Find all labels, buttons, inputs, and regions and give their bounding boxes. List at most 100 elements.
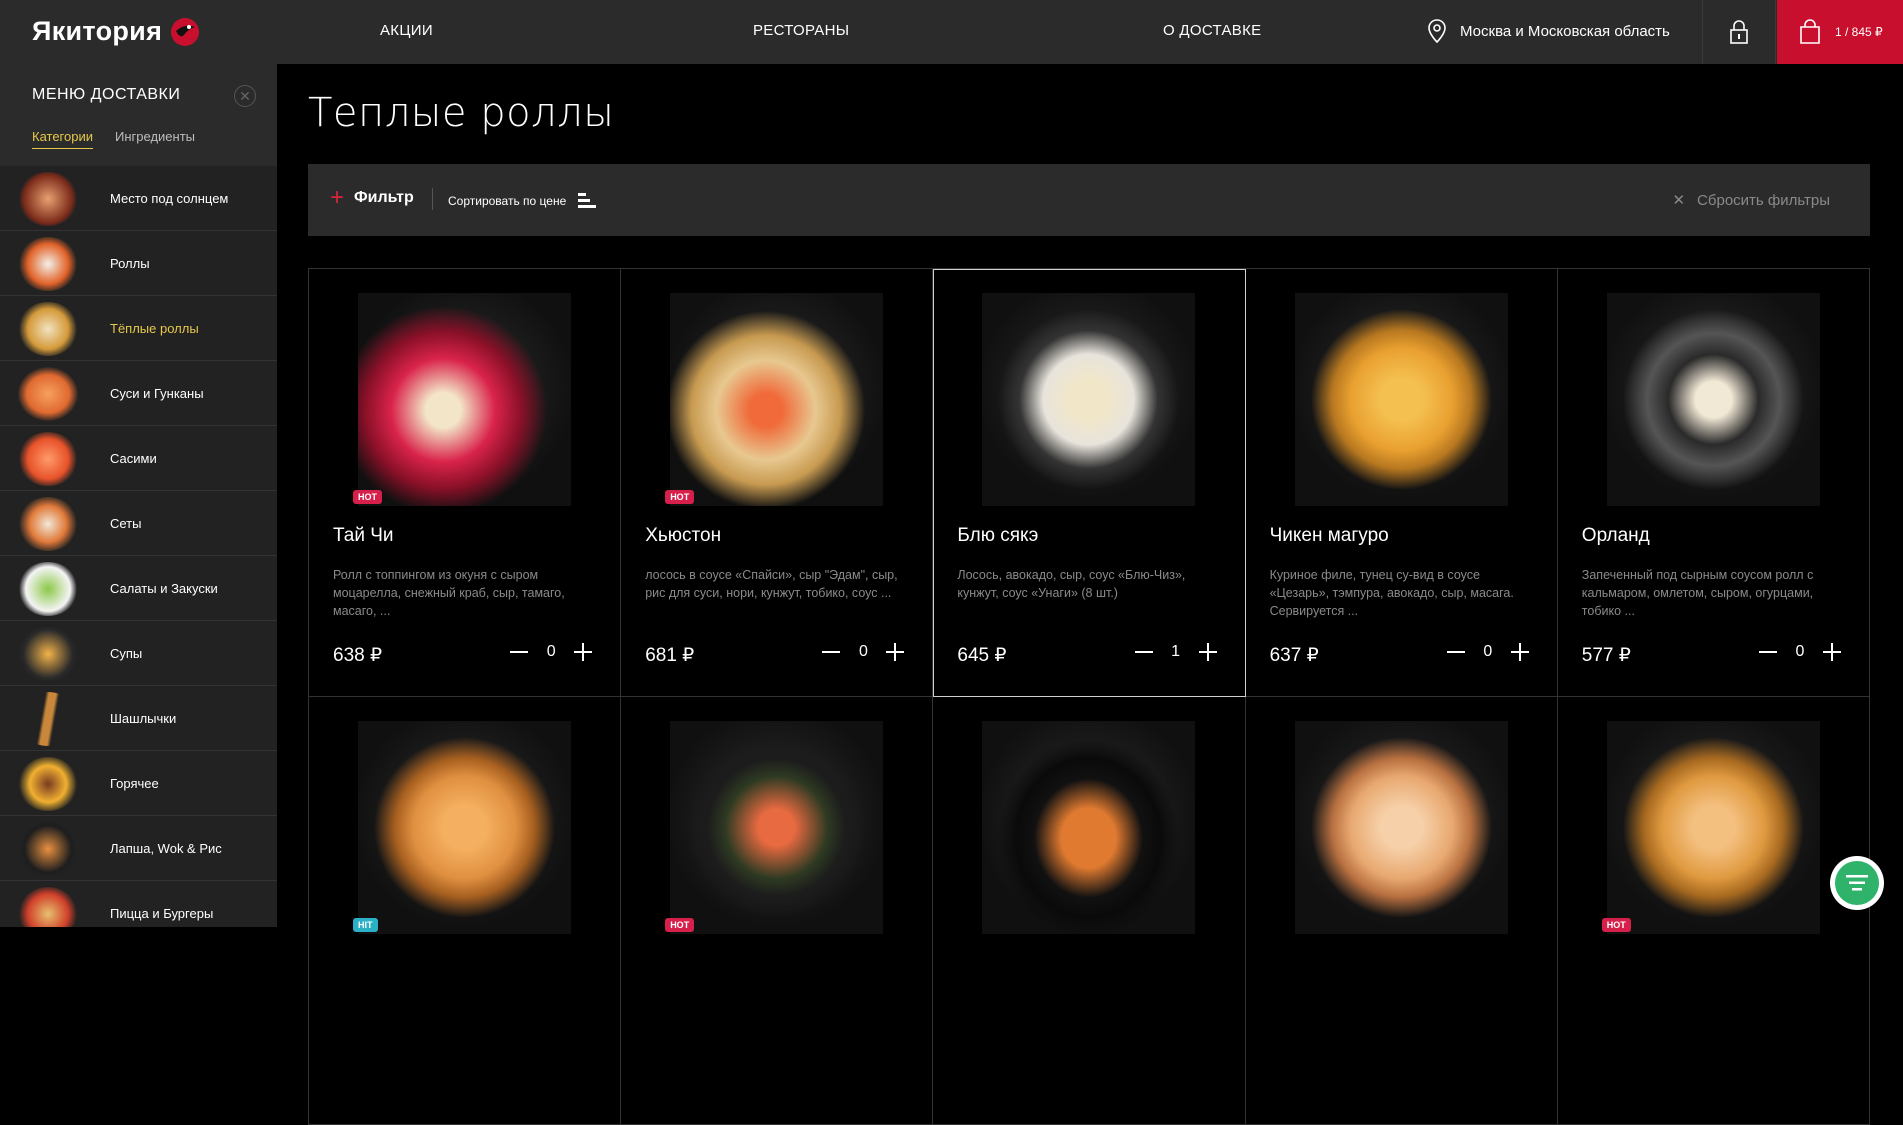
plus-icon[interactable] — [1823, 641, 1841, 663]
minus-icon[interactable] — [1134, 641, 1153, 663]
sidebar-item-sashimi[interactable]: Сасими — [0, 426, 277, 491]
product-image[interactable] — [982, 293, 1196, 506]
sidebar-item-salads[interactable]: Салаты и Закуски — [0, 556, 277, 621]
sidebar-item-label: Салаты и Закуски — [110, 580, 218, 596]
category-thumbnail — [18, 172, 78, 226]
product-image[interactable] — [1294, 293, 1508, 506]
logo[interactable]: Якитория — [32, 16, 200, 47]
product-badge: HOT — [665, 490, 695, 504]
shopping-bag-icon — [1800, 19, 1820, 44]
product-image[interactable] — [358, 721, 571, 934]
product-card[interactable]: HOT Хьюстон лосось в соусе «Спайси», сыр "… — [621, 269, 934, 697]
sidebar-item-label: Пицца и Бургеры — [110, 905, 214, 921]
product-description: Куриное филе, тунец су-вид в соусе «Цеза… — [1269, 568, 1514, 618]
minus-icon[interactable] — [1446, 641, 1465, 663]
category-thumbnail — [18, 627, 78, 681]
tab-ingredients[interactable]: Ингредиенты — [115, 129, 195, 149]
product-description: Запеченный под сырным соусом ролл с каль… — [1581, 568, 1814, 618]
plus-icon[interactable] — [1198, 641, 1217, 663]
product-price: 638 ₽ — [333, 645, 383, 666]
location-selector[interactable]: Москва и Московская область — [1426, 18, 1670, 44]
category-list: Место под солнцем Роллы Тёплые роллы Сус… — [0, 166, 277, 927]
sidebar-item-label: Супы — [110, 645, 143, 661]
product-price: 577 ₽ — [1581, 645, 1631, 666]
login-button[interactable] — [1702, 0, 1776, 64]
sidebar-item-skewers[interactable]: Шашлычки — [0, 686, 277, 751]
product-card[interactable]: HOT Тай Чи Ролл с топпингом из окуня с сыр… — [309, 269, 622, 697]
product-description: лосось в соусе «Спайси», сыр "Эдам", сыр… — [645, 568, 898, 600]
sort-by-price-button[interactable]: Сортировать по цене — [448, 193, 597, 209]
product-name[interactable]: Орланд — [1582, 525, 1650, 547]
plus-icon[interactable] — [886, 641, 905, 663]
sidebar-item-warm-rolls[interactable]: Тёплые роллы — [0, 296, 277, 361]
nav-link-delivery[interactable]: О ДОСТАВКЕ — [1163, 22, 1261, 39]
product-image[interactable] — [1294, 721, 1508, 934]
quantity-value: 0 — [858, 643, 868, 660]
sidebar-item-label: Сеты — [110, 515, 142, 531]
quantity-stepper: 0 — [510, 641, 593, 663]
plus-icon[interactable] — [1510, 641, 1529, 663]
reset-filters-button[interactable]: ✕ Сбросить фильтры — [1672, 191, 1830, 210]
location-text: Москва и Московская область — [1460, 22, 1670, 40]
nav-link-restaurants[interactable]: РЕСТОРАНЫ — [753, 22, 849, 39]
logo-text: Якитория — [32, 16, 163, 46]
product-card[interactable]: HIT — [309, 697, 622, 1125]
product-image[interactable] — [1606, 721, 1820, 934]
category-thumbnail — [18, 497, 78, 551]
product-badge: HOT — [353, 490, 382, 504]
quantity-value: 0 — [1483, 643, 1493, 660]
plus-icon[interactable] — [574, 641, 593, 663]
product-name[interactable]: Тай Чи — [333, 525, 394, 547]
sidebar-item-pizza[interactable]: Пицца и Бургеры — [0, 881, 277, 927]
divider — [432, 188, 433, 210]
product-price: 645 ₽ — [957, 645, 1007, 666]
product-card[interactable] — [933, 697, 1246, 1125]
sidebar: МЕНЮ ДОСТАВКИ ✕ Категории Ингредиенты Ме… — [0, 64, 277, 927]
chat-icon — [1835, 861, 1879, 905]
product-card[interactable]: Чикен магуро Куриное филе, тунец су-вид в… — [1245, 269, 1558, 697]
product-name[interactable]: Блю сякэ — [957, 525, 1038, 547]
sidebar-item-sets[interactable]: Сеты — [0, 491, 277, 556]
close-icon[interactable]: ✕ — [234, 85, 256, 107]
filter-button[interactable]: + Фильтр — [330, 186, 414, 210]
product-card[interactable] — [1245, 697, 1558, 1125]
category-thumbnail — [18, 562, 78, 616]
sidebar-item-hot-dishes[interactable]: Горячее — [0, 751, 277, 816]
product-card[interactable]: HOT — [621, 697, 934, 1125]
product-price: 681 ₽ — [645, 645, 695, 666]
sidebar-item-rolls[interactable]: Роллы — [0, 231, 277, 296]
sidebar-item-label: Суси и Гунканы — [110, 385, 204, 401]
product-card[interactable]: HOT — [1557, 697, 1870, 1125]
product-image[interactable] — [358, 293, 571, 506]
product-name[interactable]: Чикен магуро — [1270, 525, 1389, 547]
product-image[interactable] — [670, 721, 884, 934]
sidebar-item-place-in-sun[interactable]: Место под солнцем — [0, 166, 277, 231]
product-image[interactable] — [982, 721, 1196, 934]
product-badge: HIT — [353, 918, 378, 932]
product-image[interactable] — [1606, 293, 1820, 506]
sort-bars-icon — [578, 193, 597, 208]
close-icon: ✕ — [1672, 192, 1686, 209]
sidebar-item-sushi[interactable]: Суси и Гунканы — [0, 361, 277, 426]
sidebar-item-label: Лапша, Wok & Рис — [110, 840, 222, 856]
sort-label: Сортировать по цене — [448, 194, 567, 208]
product-name[interactable]: Хьюстон — [645, 525, 721, 547]
cart-button[interactable]: 1 / 845 ₽ — [1777, 0, 1903, 64]
product-description: Ролл с топпингом из окуня с сыром моцаре… — [333, 568, 565, 618]
logo-mark-icon — [171, 17, 200, 46]
category-thumbnail — [18, 822, 78, 876]
sidebar-item-soups[interactable]: Супы — [0, 621, 277, 686]
sidebar-item-noodles[interactable]: Лапша, Wok & Рис — [0, 816, 277, 881]
chat-button[interactable] — [1830, 856, 1884, 910]
sidebar-item-label: Шашлычки — [110, 710, 177, 726]
lock-icon — [1730, 20, 1748, 44]
location-pin-icon — [1428, 19, 1446, 44]
product-card[interactable]: Блю сякэ Лосось, авокадо, сыр, соус «Блю-… — [933, 269, 1246, 697]
minus-icon[interactable] — [1759, 641, 1777, 663]
minus-icon[interactable] — [510, 641, 529, 663]
product-card[interactable]: Орланд Запеченный под сырным соусом ролл … — [1557, 269, 1870, 697]
nav-link-promotions[interactable]: АКЦИИ — [380, 22, 433, 39]
tab-categories[interactable]: Категории — [32, 129, 93, 149]
minus-icon[interactable] — [822, 641, 841, 663]
product-image[interactable] — [670, 293, 884, 506]
